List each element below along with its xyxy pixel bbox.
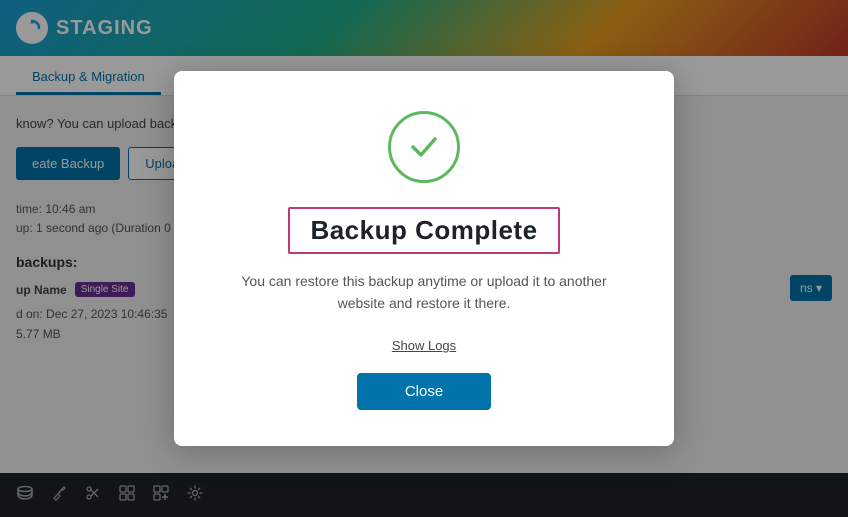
modal-overlay: Backup Complete You can restore this bac…: [0, 0, 848, 517]
modal-dialog: Backup Complete You can restore this bac…: [174, 71, 674, 447]
close-button[interactable]: Close: [357, 373, 491, 410]
modal-title: Backup Complete: [288, 207, 559, 254]
show-logs-button[interactable]: Show Logs: [392, 338, 456, 353]
success-check-circle: [388, 111, 460, 183]
modal-description: You can restore this backup anytime or u…: [234, 270, 614, 315]
